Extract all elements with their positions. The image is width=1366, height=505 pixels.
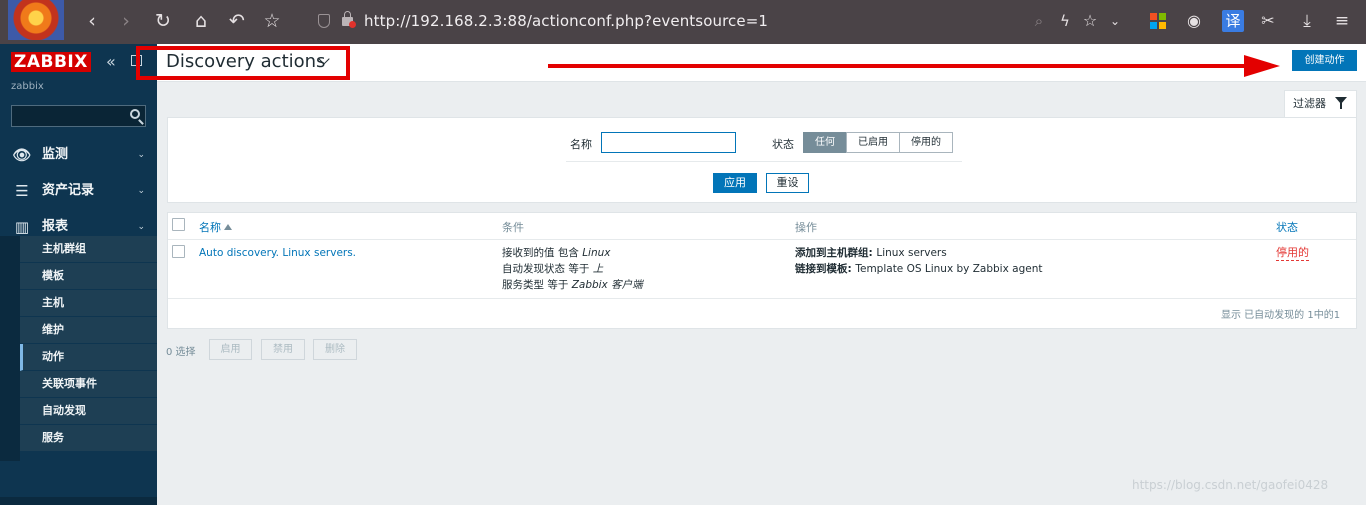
menu-icon[interactable]: ≡: [1331, 10, 1353, 32]
enable-selected-button[interactable]: 启用: [209, 339, 252, 360]
delete-selected-button[interactable]: 删除: [313, 339, 357, 360]
operation-label: 链接到模板:: [795, 263, 856, 275]
chevron-down-icon[interactable]: ⌄: [1104, 10, 1126, 32]
submenu-item-event-correlation[interactable]: 关联项事件: [20, 371, 157, 398]
condition-line: 服务类型 等于 Zabbix 客户端: [502, 277, 643, 293]
funnel-icon: [1335, 97, 1347, 109]
status-option-enabled[interactable]: 已启用: [846, 132, 900, 153]
actions-table: [167, 212, 1357, 329]
row-divider: [168, 298, 1356, 299]
zabbix-logo[interactable]: ZABBIX: [11, 52, 91, 72]
watermark: https://blog.csdn.net/gaofei0428: [1132, 478, 1329, 492]
translate-icon[interactable]: 译: [1222, 10, 1244, 32]
paging-summary: 显示 已自动发现的 1中的1: [1221, 310, 1341, 321]
home-icon[interactable]: ⌂: [190, 10, 212, 32]
list-icon: ☰: [15, 182, 29, 200]
sidebar-item-inventory[interactable]: ☰ 资产记录 ⌄: [0, 173, 157, 209]
submenu-item-services[interactable]: 服务: [20, 425, 157, 452]
condition-text: 自动发现状态 等于: [502, 263, 593, 275]
forward-icon[interactable]: ›: [115, 10, 137, 32]
operation-line: 添加到主机群组: Linux servers: [795, 245, 947, 261]
operation-label: 添加到主机群组:: [795, 247, 877, 259]
chevron-down-icon: ⌄: [137, 186, 145, 196]
sidebar-item-label: 监测: [42, 147, 69, 162]
filter-tab[interactable]: 过滤器: [1284, 90, 1357, 117]
lightning-icon[interactable]: ϟ: [1054, 10, 1076, 32]
submenu-item-hosts[interactable]: 主机: [20, 290, 157, 317]
row-checkbox[interactable]: [172, 245, 185, 258]
reload-icon[interactable]: ↻: [152, 10, 174, 32]
submenu-item-actions[interactable]: 动作: [20, 344, 157, 371]
column-header-label: 名称: [199, 221, 221, 234]
configuration-submenu: 主机群组 模板 主机 维护 动作 关联项事件 自动发现 服务: [20, 236, 157, 452]
column-header-status[interactable]: 状态: [1276, 219, 1298, 235]
filter-tab-label: 过滤器: [1293, 97, 1326, 110]
annotation-arrow-head-icon: [1244, 55, 1280, 77]
condition-value: Linux: [582, 247, 611, 259]
submenu-item-templates[interactable]: 模板: [20, 263, 157, 290]
url-text[interactable]: http://192.168.2.3:88/actionconf.php?eve…: [364, 12, 768, 30]
search-icon[interactable]: [130, 109, 140, 119]
status-badge[interactable]: 停用的: [1276, 246, 1309, 261]
action-name-link[interactable]: Auto discovery. Linux servers.: [199, 245, 356, 261]
select-all-checkbox[interactable]: [172, 218, 185, 231]
filter-panel: [167, 117, 1357, 203]
column-header-operations: 操作: [795, 221, 817, 234]
insecure-badge-icon: [349, 21, 356, 28]
submenu-item-discovery[interactable]: 自动发现: [20, 398, 157, 425]
collapse-sidebar-icon[interactable]: «: [106, 52, 116, 71]
shield-icon[interactable]: [318, 14, 330, 28]
eye-icon: 👁: [12, 146, 32, 164]
filter-divider: [566, 161, 962, 162]
submenu-item-host-groups[interactable]: 主机群组: [20, 236, 157, 263]
column-header-conditions: 条件: [502, 221, 524, 234]
condition-line: 自动发现状态 等于 上: [502, 261, 603, 277]
condition-value: Zabbix 客户端: [571, 279, 643, 291]
name-filter-label: 名称: [570, 138, 592, 151]
submenu-indent: [0, 236, 20, 461]
scissors-icon[interactable]: ✂: [1257, 10, 1279, 32]
star-icon[interactable]: ☆: [1079, 10, 1101, 32]
apply-filter-button[interactable]: 应用: [713, 173, 757, 193]
selected-count: 0 选择: [166, 347, 196, 358]
annotation-arrow-line: [548, 64, 1253, 68]
globe-icon[interactable]: ◉: [1183, 10, 1205, 32]
column-header-name[interactable]: 名称: [199, 219, 232, 235]
status-filter-label: 状态: [772, 138, 794, 151]
condition-text: 接收到的值 包含: [502, 247, 583, 259]
download-icon[interactable]: ⤓: [1296, 10, 1318, 32]
sidebar-item-label: 资产记录: [42, 183, 95, 198]
operation-value: Linux servers: [876, 247, 947, 259]
sort-ascending-icon: [224, 224, 232, 230]
operation-value: Template OS Linux by Zabbix agent: [855, 263, 1043, 275]
condition-value: 上: [592, 263, 604, 275]
sidebar-item-monitoring[interactable]: 👁 监测 ⌄: [0, 137, 157, 173]
zoom-icon[interactable]: ⌕: [1028, 10, 1050, 32]
bookmark-star-icon[interactable]: ☆: [261, 10, 283, 32]
status-option-any[interactable]: 任何: [803, 132, 847, 153]
chevron-down-icon: ⌄: [137, 150, 145, 160]
sidebar-footer: [0, 497, 157, 505]
status-option-disabled[interactable]: 停用的: [899, 132, 953, 153]
reset-filter-button[interactable]: 重设: [766, 173, 809, 193]
disable-selected-button[interactable]: 禁用: [261, 339, 305, 360]
flower-favicon-icon: [8, 0, 64, 40]
condition-line: 接收到的值 包含 Linux: [502, 245, 610, 261]
annotation-red-box: [136, 46, 350, 80]
condition-text: 服务类型 等于: [502, 279, 572, 291]
name-filter-input[interactable]: [601, 132, 736, 153]
create-action-button[interactable]: 创建动作: [1292, 50, 1357, 71]
ms-apps-icon[interactable]: [1150, 13, 1166, 29]
server-name: zabbix: [11, 81, 44, 92]
browser-toolbar: ‹ › ↻ ⌂ ↶ ☆ http://192.168.2.3:88/action…: [0, 0, 1366, 44]
header-divider: [168, 239, 1356, 240]
undo-icon[interactable]: ↶: [226, 10, 248, 32]
back-icon[interactable]: ‹: [81, 10, 103, 32]
sidebar-search-input[interactable]: [11, 105, 146, 127]
operation-line: 链接到模板: Template OS Linux by Zabbix agent: [795, 261, 1042, 277]
submenu-item-maintenance[interactable]: 维护: [20, 317, 157, 344]
